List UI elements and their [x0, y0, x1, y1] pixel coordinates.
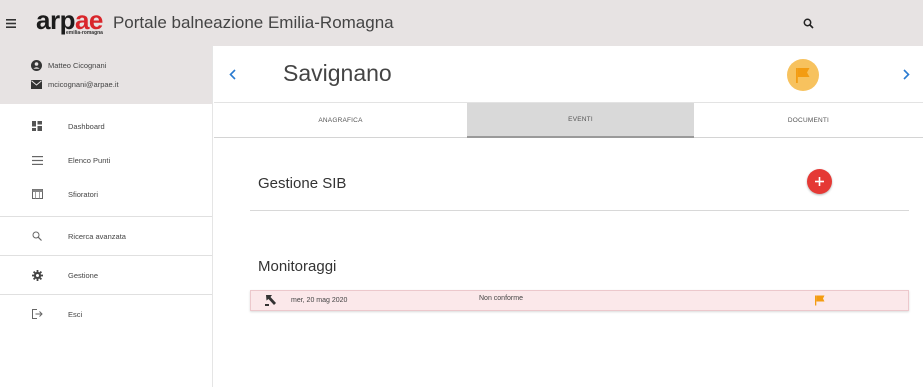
- sib-section-title: Gestione SIB: [258, 175, 347, 192]
- chevron-right-icon: [902, 68, 910, 80]
- user-name: Matteo Cicognani: [48, 61, 107, 70]
- menu-icon[interactable]: [0, 0, 22, 46]
- sidebar-item-ricerca-avanzata[interactable]: Ricerca avanzata: [0, 217, 212, 255]
- top-bar: arpae emilia-romagna Portale balneazione…: [0, 0, 923, 46]
- sidebar-item-label: Esci: [68, 309, 83, 319]
- tab-documenti[interactable]: DOCUMENTI: [694, 103, 923, 138]
- sidebar-item-label: Ricerca avanzata: [68, 231, 126, 241]
- user-icon: [30, 60, 42, 72]
- chevron-left-icon: [228, 68, 236, 80]
- station-header: Savignano: [214, 46, 923, 102]
- station-name: Savignano: [283, 60, 392, 86]
- station-tabs: ANAGRAFICA EVENTI DOCUMENTI: [214, 102, 923, 138]
- nav-group-search: Ricerca avanzata: [0, 217, 212, 256]
- mail-icon: [30, 79, 42, 91]
- dashboard-icon: [30, 119, 44, 133]
- monitoring-date: mer, 20 mag 2020: [291, 297, 348, 304]
- sidebar-item-elenco-punti[interactable]: Elenco Punti: [0, 143, 212, 177]
- sidebar-item-label: Sfioratori: [68, 189, 99, 199]
- overflow-icon: [30, 187, 44, 201]
- search-icon: [803, 18, 814, 29]
- logout-icon: [30, 307, 44, 321]
- flag-icon: [796, 68, 810, 83]
- sidebar-item-esci[interactable]: Esci: [0, 295, 212, 333]
- gear-icon: [30, 268, 44, 282]
- previous-station-button[interactable]: [224, 64, 240, 84]
- app-title: Portale balneazione Emilia-Romagna: [112, 13, 394, 32]
- monitoring-status: Non conforme: [479, 295, 523, 302]
- tab-anagrafica[interactable]: ANAGRAFICA: [214, 103, 467, 138]
- sampling-icon: [265, 295, 276, 306]
- flag-icon: [815, 295, 825, 306]
- nav-group-exit: Esci: [0, 295, 212, 333]
- logo-subtitle: emilia-romagna: [66, 30, 103, 36]
- arpae-logo[interactable]: arpae emilia-romagna: [36, 7, 103, 36]
- sidebar: Matteo Cicognani mcicognani@arpae.it Das…: [0, 46, 213, 387]
- main-content: Savignano ANAGRAFICA EVENTI DOCUMENTI Ge…: [214, 46, 923, 387]
- sidebar-item-label: Gestione: [68, 270, 99, 280]
- user-profile: Matteo Cicognani mcicognani@arpae.it: [0, 46, 212, 104]
- search-icon: [30, 229, 44, 243]
- station-status-badge: [787, 59, 819, 91]
- user-email: mcicognani@arpae.it: [48, 80, 119, 89]
- sidebar-item-dashboard[interactable]: Dashboard: [0, 109, 212, 143]
- next-station-button[interactable]: [898, 64, 914, 84]
- section-divider: [250, 210, 909, 211]
- nav-group-settings: Gestione: [0, 256, 212, 295]
- sidebar-item-sfioratori[interactable]: Sfioratori: [0, 177, 212, 211]
- monitoring-section-title: Monitoraggi: [258, 258, 337, 275]
- search-button[interactable]: [796, 11, 820, 35]
- sidebar-item-label: Dashboard: [68, 121, 105, 131]
- add-sib-button[interactable]: [807, 169, 832, 194]
- list-icon: [30, 153, 44, 167]
- sidebar-item-gestione[interactable]: Gestione: [0, 256, 212, 294]
- plus-icon: [815, 177, 824, 186]
- nav-group-main: Dashboard Elenco Punti Sfioratori: [0, 104, 212, 217]
- tab-eventi[interactable]: EVENTI: [467, 103, 694, 138]
- sidebar-item-label: Elenco Punti: [68, 155, 111, 165]
- monitoring-row[interactable]: mer, 20 mag 2020 Non conforme: [250, 290, 909, 311]
